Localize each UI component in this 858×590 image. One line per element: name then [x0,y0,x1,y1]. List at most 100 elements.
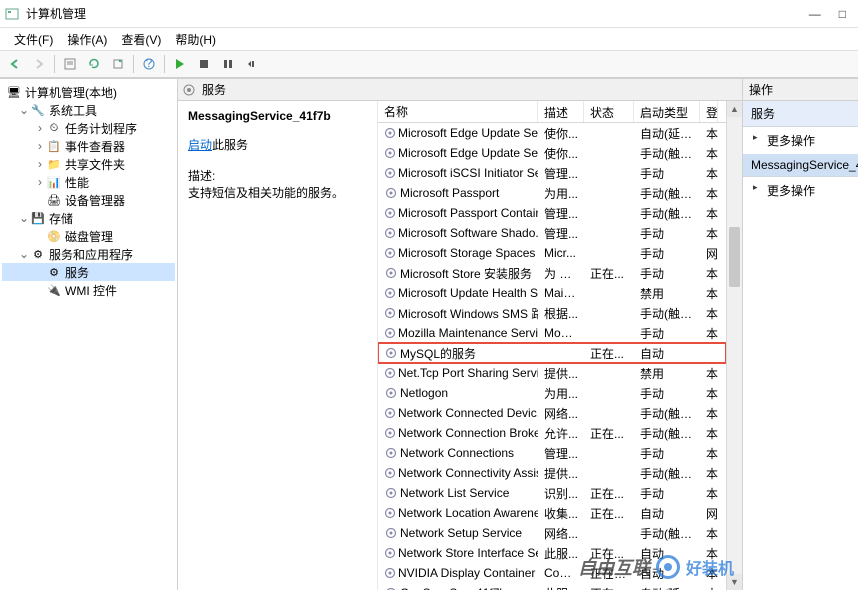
service-name: NVIDIA Display Container LS [398,566,538,580]
service-row[interactable]: Microsoft Store 安装服务为 M...正在...手动本 [378,263,726,283]
tree-services[interactable]: ⚙ 服务 [2,263,175,281]
pause-service-button[interactable] [217,53,239,75]
service-desc: Mozi... [538,324,584,342]
service-start-type: 手动 [634,483,700,504]
menu-view[interactable]: 查看(V) [115,29,167,50]
expand-icon[interactable]: › [34,121,46,135]
tree-root[interactable]: 🖥 计算机管理(本地) [2,83,175,101]
service-row[interactable]: Network Store Interface Se...此服...正在...自… [378,543,726,563]
service-status: 正在... [584,543,634,564]
service-row[interactable]: Microsoft Software Shado...管理...手动本 [378,223,726,243]
menubar: 文件(F) 操作(A) 查看(V) 帮助(H) [0,28,858,50]
expand-icon[interactable]: › [34,157,46,171]
service-row[interactable]: Microsoft iSCSI Initiator Ser...管理...手动本 [378,163,726,183]
refresh-button[interactable] [83,53,105,75]
service-row[interactable]: Microsoft Edge Update Ser...使你...手动(触发..… [378,143,726,163]
service-row[interactable]: NVIDIA Display Container LSCont...正在运行自动… [378,563,726,583]
help-button[interactable]: ? [138,53,160,75]
collapse-icon[interactable]: ⌄ [18,103,30,117]
service-start-type: 手动 [634,323,700,344]
minimize-button[interactable]: — [809,7,821,21]
expand-icon[interactable]: › [34,139,46,153]
service-row[interactable]: Microsoft Passport为用...手动(触发...本 [378,183,726,203]
service-name: Microsoft Passport [400,186,499,200]
service-row[interactable]: Network Location Awarene...收集...正在...自动网 [378,503,726,523]
vertical-scrollbar[interactable]: ▲ ▼ [726,101,742,590]
stop-service-button[interactable] [193,53,215,75]
tree-wmi[interactable]: 🔌 WMI 控件 [2,281,175,299]
service-logon: 本 [700,463,718,484]
tree-task-scheduler[interactable]: › ⏲ 任务计划程序 [2,119,175,137]
tree-services-apps[interactable]: ⌄ ⚙ 服务和应用程序 [2,245,175,263]
service-logon: 本 [700,563,718,584]
service-start-type: 手动 [634,383,700,404]
service-row[interactable]: Mozilla Maintenance ServiceMozi...手动本 [378,323,726,343]
service-start-type: 手动(触发... [634,183,700,204]
tree-system-tools[interactable]: ⌄ 🔧 系统工具 [2,101,175,119]
service-logon: 本 [700,363,718,384]
service-row[interactable]: Network Connected Devic...网络...手动(触发...本 [378,403,726,423]
service-row[interactable]: Network Connections管理...手动本 [378,443,726,463]
tree-device-manager[interactable]: 🖨 设备管理器 [2,191,175,209]
scroll-track[interactable] [727,117,742,574]
more-actions-selected[interactable]: 更多操作 [743,177,858,204]
col-logon[interactable]: 登 [700,101,718,122]
service-start-type: 手动(触发... [634,403,700,424]
service-desc: 管理... [538,443,584,464]
export-button[interactable] [107,53,129,75]
tree-event-viewer[interactable]: › 📋 事件查看器 [2,137,175,155]
scroll-down-button[interactable]: ▼ [727,574,742,590]
scroll-up-button[interactable]: ▲ [727,101,742,117]
service-row[interactable]: Microsoft Edge Update Ser...使你...自动(延迟..… [378,123,726,143]
service-name: Microsoft Storage Spaces S... [398,246,538,260]
gear-icon [384,206,396,220]
service-row[interactable]: Microsoft Update Health S...Main...禁用本 [378,283,726,303]
col-start[interactable]: 启动类型 [634,101,700,122]
menu-help[interactable]: 帮助(H) [169,29,222,50]
forward-button[interactable] [28,53,50,75]
collapse-icon[interactable]: ⌄ [18,247,30,261]
col-status[interactable]: 状态 [584,101,634,122]
start-service-button[interactable] [169,53,191,75]
gear-icon [384,146,396,160]
service-row[interactable]: Netlogon为用...手动本 [378,383,726,403]
service-row[interactable]: Network Connectivity Assis...提供...手动(触发.… [378,463,726,483]
maximize-button[interactable]: □ [839,7,846,21]
scroll-thumb[interactable] [729,227,740,287]
expand-icon[interactable]: › [34,175,46,189]
service-logon: 本 [700,143,718,164]
start-service-link[interactable]: 启动 [188,138,212,152]
service-row[interactable]: MySQL的服务正在...自动 [378,343,726,363]
service-row[interactable]: Network Connection Broker允许...正在...手动(触发… [378,423,726,443]
service-row[interactable]: OneSyncSvc_41f7b此服...正在...自动(延迟...本 [378,583,726,590]
service-row[interactable]: Network List Service识别...正在...手动本 [378,483,726,503]
tree-storage[interactable]: ⌄ 💾 存储 [2,209,175,227]
col-name[interactable]: 名称 [378,101,538,122]
properties-button[interactable] [59,53,81,75]
col-desc[interactable]: 描述 [538,101,584,122]
tree-performance[interactable]: › 📊 性能 [2,173,175,191]
restart-service-button[interactable] [241,53,263,75]
service-row[interactable]: Network Setup Service网络...手动(触发...本 [378,523,726,543]
service-start-type: 手动(触发... [634,523,700,544]
more-actions-services[interactable]: 更多操作 [743,127,858,154]
center-title: 服务 [202,81,226,98]
service-row[interactable]: Net.Tcp Port Sharing Service提供...禁用本 [378,363,726,383]
gear-icon [384,246,396,260]
menu-file[interactable]: 文件(F) [8,29,59,50]
tree-disk-mgmt[interactable]: 📀 磁盘管理 [2,227,175,245]
back-button[interactable] [4,53,26,75]
tree-label: 共享文件夹 [65,156,125,173]
service-row[interactable]: Microsoft Windows SMS 路...根据...手动(触发...本 [378,303,726,323]
service-logon: 本 [700,183,718,204]
tree-shared-folders[interactable]: › 📁 共享文件夹 [2,155,175,173]
service-row[interactable]: Microsoft Storage Spaces S...Micr...手动网 [378,243,726,263]
menu-action[interactable]: 操作(A) [61,29,113,50]
desc-label: 描述: [188,169,215,183]
service-list: 名称 描述 状态 启动类型 登 Microsoft Edge Update Se… [378,101,726,590]
collapse-icon[interactable]: ⌄ [18,211,30,225]
service-row[interactable]: Microsoft Passport Container管理...手动(触发..… [378,203,726,223]
service-status [584,191,634,195]
service-name: Network Connectivity Assis... [398,466,538,480]
tree-label: 服务和应用程序 [49,246,133,263]
